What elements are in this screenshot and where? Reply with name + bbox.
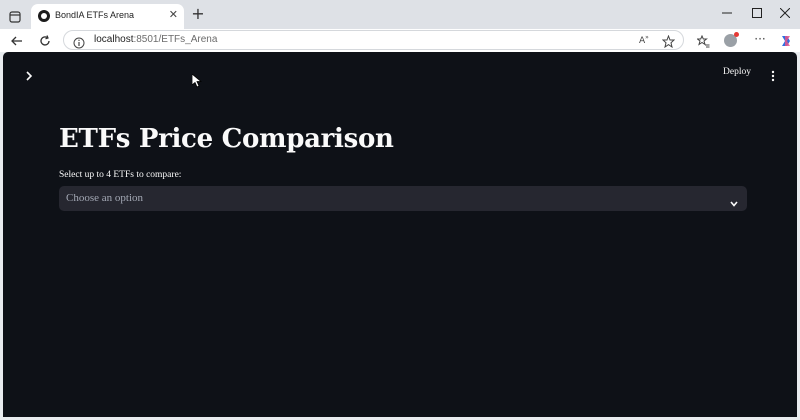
url-text: localhost:8501/ETFs_Arena <box>94 34 217 45</box>
page-title: ETFs Price Comparison <box>59 124 394 154</box>
address-bar[interactable]: localhost:8501/ETFs_Arena A» <box>63 30 684 50</box>
window-menu-icon[interactable] <box>9 8 21 23</box>
maximize-icon[interactable] <box>742 2 772 24</box>
url-path: :8501/ETFs_Arena <box>133 34 218 45</box>
multiselect-placeholder: Choose an option <box>66 192 143 204</box>
window-close-icon[interactable] <box>770 2 800 24</box>
minimize-icon[interactable] <box>712 2 742 24</box>
browser-toolbar: localhost:8501/ETFs_Arena A» ··· <box>0 29 800 52</box>
tab-title: BondIA ETFs Arena <box>55 10 135 20</box>
reload-icon[interactable] <box>36 32 54 50</box>
mouse-cursor-icon <box>191 73 203 88</box>
app-favicon-icon <box>38 10 50 22</box>
url-host: localhost <box>94 34 134 45</box>
app-container: Deploy ETFs Price Comparison Select up t… <box>3 52 797 417</box>
sidebar-expand-icon[interactable] <box>21 68 37 84</box>
favorites-icon[interactable] <box>694 32 712 50</box>
browser-tab[interactable]: BondIA ETFs Arena ✕ <box>31 4 184 29</box>
new-tab-button[interactable]: + <box>190 5 206 23</box>
main-menu-icon[interactable] <box>769 68 777 82</box>
copilot-icon[interactable] <box>777 32 795 50</box>
back-arrow-icon[interactable] <box>8 32 26 50</box>
etf-multiselect[interactable]: Choose an option <box>59 186 747 211</box>
deploy-button[interactable]: Deploy <box>723 67 751 77</box>
more-options-icon[interactable]: ··· <box>751 30 769 48</box>
multiselect-label: Select up to 4 ETFs to compare: <box>59 170 182 180</box>
site-info-icon[interactable] <box>73 34 85 53</box>
profile-notification-badge <box>734 32 739 37</box>
favorite-star-icon[interactable] <box>661 33 676 52</box>
tab-close-icon[interactable]: ✕ <box>169 8 178 22</box>
chevron-down-icon[interactable] <box>729 194 739 207</box>
read-aloud-icon[interactable]: A» <box>639 34 649 46</box>
browser-tab-strip: BondIA ETFs Arena ✕ + <box>0 0 800 29</box>
